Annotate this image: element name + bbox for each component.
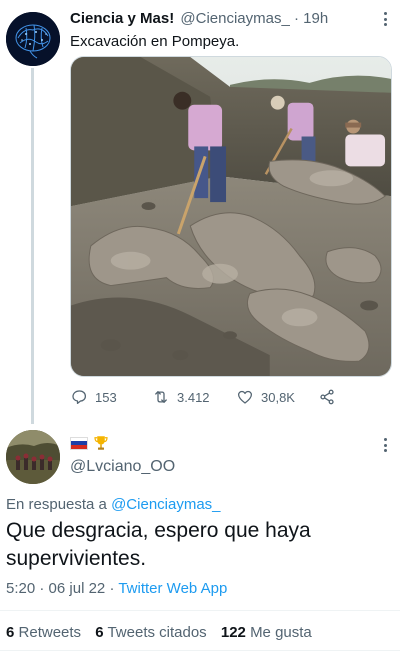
like-button[interactable]: 30,8K: [236, 388, 295, 406]
retweets-count: 6: [6, 624, 15, 641]
reply-author-avatar[interactable]: [6, 430, 60, 484]
likes-stat[interactable]: 122 Me gusta: [221, 624, 312, 641]
likes-label: Me gusta: [250, 624, 312, 641]
avatar-photo: [6, 430, 60, 484]
quote-tweets-stat[interactable]: 6 Tweets citados: [95, 624, 206, 641]
reply-button[interactable]: 153: [70, 388, 117, 406]
retweets-label: Retweets: [18, 624, 82, 641]
reply-stats: 6 Retweets 6 Tweets citados 122 Me gusta: [6, 624, 322, 641]
share-icon: [320, 389, 334, 405]
user-badges: [70, 434, 110, 452]
reply-author-handle[interactable]: @Lvciano_OO: [70, 458, 175, 476]
retweets-stat[interactable]: 6 Retweets: [6, 624, 81, 641]
retweet-count: 3.412: [177, 389, 210, 405]
tweet-media-photo[interactable]: [70, 56, 392, 377]
divider: [0, 610, 400, 611]
replying-to-handle-link[interactable]: @Cienciaymas_: [111, 496, 220, 513]
client-link[interactable]: Twitter Web App: [118, 580, 227, 597]
tweet-actions: 153 3.412 30,8K: [70, 386, 360, 408]
divider: [0, 650, 400, 651]
tweet-time[interactable]: 19h: [303, 10, 328, 27]
tweet-header: Ciencia y Mas! @Cienciaymas_ · 19h: [70, 10, 395, 30]
brain-icon: [6, 12, 60, 66]
separator: ·: [109, 580, 115, 597]
tweet-text: Excavación en Pompeya.: [70, 33, 240, 50]
likes-count: 122: [220, 624, 246, 641]
author-name[interactable]: Ciencia y Mas!: [70, 10, 174, 27]
thread-line: [31, 68, 34, 424]
separator: ·: [294, 10, 299, 27]
quote-tweets-count: 6: [95, 624, 104, 641]
like-count: 30,8K: [261, 389, 295, 405]
replying-to: En respuesta a @Cienciaymas_: [6, 496, 221, 513]
reply-date[interactable]: 06 jul 22: [49, 580, 106, 597]
like-icon: [237, 390, 253, 404]
quote-tweets-label: Tweets citados: [107, 624, 207, 641]
retweet-icon: [155, 391, 167, 403]
retweet-button[interactable]: 3.412: [152, 388, 210, 406]
replying-to-label: En respuesta a: [6, 496, 107, 513]
reply-count: 153: [95, 389, 117, 405]
excavation-photo: [71, 57, 391, 376]
more-icon[interactable]: [378, 436, 392, 454]
reply-text: Que desgracia, espero que haya supervivi…: [6, 519, 311, 570]
reply-meta: 5:20 · 06 jul 22 · Twitter Web App: [6, 580, 227, 597]
author-handle[interactable]: @Cienciaymas_: [180, 10, 289, 27]
reply-icon: [72, 390, 87, 405]
more-icon[interactable]: [378, 10, 392, 28]
russia-flag-icon: [70, 436, 88, 450]
separator: ·: [39, 580, 45, 597]
reply-time[interactable]: 5:20: [6, 580, 35, 597]
share-button[interactable]: [318, 388, 336, 406]
author-avatar[interactable]: [6, 12, 60, 66]
trophy-icon: [94, 436, 108, 450]
